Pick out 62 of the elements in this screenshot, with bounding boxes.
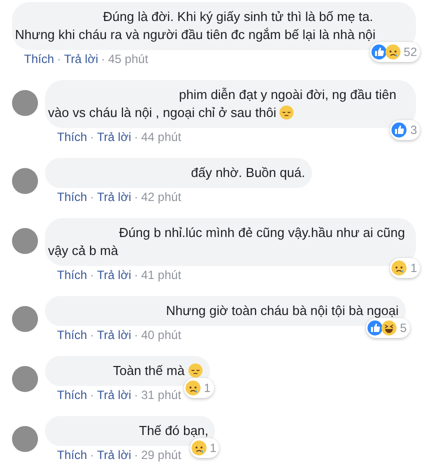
reaction-count: 1 (410, 260, 417, 277)
reply-link[interactable]: Trả lời (97, 190, 132, 205)
reply-link[interactable]: Trả lời (97, 328, 132, 343)
separator: · (134, 328, 138, 343)
laughing-face-icon (380, 320, 397, 336)
avatar[interactable] (12, 168, 38, 194)
crying-face-icon (190, 440, 207, 456)
comment-text: đấy nhờ. Buồn quá. (191, 165, 306, 180)
like-link[interactable]: Thích (57, 130, 88, 145)
timestamp: 31 phút (141, 388, 182, 403)
like-link[interactable]: Thích (57, 448, 88, 463)
separator: · (101, 52, 106, 67)
timestamp: 42 phút (141, 190, 182, 205)
separator: · (90, 268, 94, 283)
separator: · (90, 190, 94, 205)
reaction-count: 52 (404, 44, 417, 61)
like-link[interactable]: Thích (57, 190, 88, 205)
avatar[interactable] (12, 366, 38, 392)
timestamp: 44 phút (141, 130, 182, 145)
timestamp: 41 phút (141, 268, 182, 283)
separator: · (57, 52, 62, 67)
crying-face-icon (184, 380, 201, 396)
comment-text: Toàn thế mà (113, 363, 185, 378)
separator: · (134, 388, 138, 403)
like-icon (370, 44, 387, 60)
like-link[interactable]: Thích (57, 388, 88, 403)
avatar[interactable] (12, 228, 38, 254)
reply-link[interactable]: Trả lời (97, 268, 132, 283)
reaction-count: 5 (400, 320, 407, 337)
timestamp: 40 phút (141, 328, 182, 343)
like-link[interactable]: Thích (24, 52, 54, 67)
timestamp: 29 phút (141, 448, 182, 463)
avatar[interactable] (12, 90, 38, 116)
reaction-count: 1 (210, 440, 216, 457)
comment-text: Nhưng giờ toàn cháu bà nội tội bà ngoại (166, 303, 399, 318)
separator: · (134, 448, 138, 463)
separator: · (134, 268, 138, 283)
separator: · (134, 190, 138, 205)
reply-link[interactable]: Trả lời (97, 448, 132, 463)
timestamp: 45 phút (108, 52, 148, 67)
avatar[interactable] (12, 306, 38, 332)
reply-link[interactable]: Trả lời (64, 52, 98, 67)
separator: · (90, 130, 94, 145)
separator: · (90, 388, 94, 403)
like-icon (366, 320, 383, 336)
comment-text: Đúng b nhỉ.lúc mình đẻ cũng vậy.hầu như ai cũng vậy cả b mà (48, 225, 405, 258)
crying-face-icon (384, 44, 401, 60)
comment-text: Đúng là đời. Khi ký giấy sinh tử thì là bố mẹ ta. Nhưng khi cháu ra và người đầu tiên đc ngắm bế lại là nhà nội (15, 9, 376, 42)
separator: · (134, 130, 138, 145)
reply-link[interactable]: Trả lời (97, 130, 132, 145)
comment-text: phim diễn đạt y ngoài đời, ng đầu tiên vào vs cháu là nội , ngoại chỉ ở sau thôi (48, 87, 396, 120)
reaction-count: 1 (204, 380, 211, 397)
like-link[interactable]: Thích (57, 328, 88, 343)
like-link[interactable]: Thích (57, 268, 88, 283)
avatar[interactable] (12, 426, 38, 452)
reaction-count: 3 (410, 122, 417, 139)
reply-link[interactable]: Trả lời (97, 388, 132, 403)
separator: · (90, 448, 94, 463)
crying-face-icon (391, 260, 408, 276)
like-icon (391, 122, 408, 138)
separator: · (90, 328, 94, 343)
comment-text: Thế đó bạn, (139, 423, 208, 438)
